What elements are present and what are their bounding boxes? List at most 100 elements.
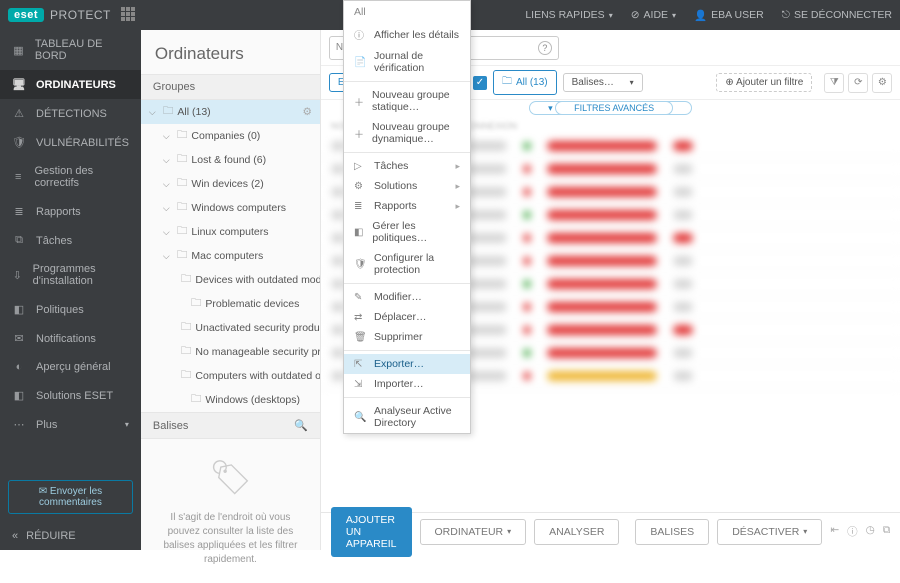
menu-item[interactable]: ＋Nouveau groupe statique…	[344, 85, 470, 117]
nav-icon: ◧	[12, 389, 26, 402]
brand-protect: PROTECT	[50, 8, 111, 22]
menu-item[interactable]: 🗑Supprimer	[344, 327, 470, 347]
help-menu[interactable]: ⊘AIDE▾	[631, 9, 676, 21]
menu-item[interactable]: ▷Tâches▸	[344, 156, 470, 176]
menu-item[interactable]: ⇄Déplacer…	[344, 307, 470, 327]
nav-item-5[interactable]: ≣Rapports	[0, 197, 141, 226]
menu-item[interactable]: ＋Nouveau groupe dynamique…	[344, 117, 470, 149]
menu-item[interactable]: ✎Modifier…	[344, 287, 470, 307]
folder-icon: 🗀	[163, 103, 174, 121]
nav-item-0[interactable]: ▦TABLEAU DE BORD	[0, 30, 141, 70]
folder-icon: 🗀	[177, 175, 188, 193]
tree-node[interactable]: 🗀Windows (desktops)	[141, 388, 320, 412]
groups-section-header: Groupes	[141, 74, 320, 100]
tags-button[interactable]: BALISES	[635, 519, 709, 545]
subgroups-checkbox[interactable]: ✓	[473, 76, 487, 90]
user-menu[interactable]: 👤EBA USER	[694, 9, 764, 22]
nav-item-8[interactable]: ◧Politiques	[0, 295, 141, 324]
context-menu[interactable]: All ⓘAfficher les détails📄Journal de vér…	[343, 0, 471, 434]
nav-item-11[interactable]: ◧Solutions ESET	[0, 381, 141, 410]
folder-icon: 🗀	[181, 319, 192, 337]
gear-icon[interactable]: ⚙	[303, 106, 312, 118]
nav-item-2[interactable]: ⚠DÉTECTIONS	[0, 99, 141, 128]
nav-item-12[interactable]: ⋯Plus▾	[0, 410, 141, 439]
nav-icon: ≣	[12, 205, 26, 218]
menu-item[interactable]: ⇱Exporter…	[344, 354, 470, 374]
refresh-icon[interactable]: ⟳	[848, 73, 868, 93]
tree-node[interactable]: ⌵🗀Win devices (2)	[141, 172, 320, 196]
nav-icon: ⋯	[12, 418, 26, 431]
menu-item[interactable]: ≣Rapports▸	[344, 196, 470, 216]
folder-icon: 🗀	[181, 271, 192, 289]
brand-eset: eset	[8, 8, 44, 22]
share-icon[interactable]: ⧉	[883, 524, 891, 539]
tree-node[interactable]: ⌵🗀Companies (0)	[141, 124, 320, 148]
nav-icon: ⚠	[12, 107, 26, 120]
folder-icon: 🗀	[177, 151, 188, 169]
menu-item[interactable]: ◧Gérer les politiques…	[344, 216, 470, 248]
nav-item-3[interactable]: 🛡VULNÉRABILITÉS	[0, 128, 141, 157]
filter-group-all[interactable]: 🗀All (13)	[493, 70, 557, 95]
info-icon[interactable]: ⓘ	[847, 524, 858, 539]
collapse-sidebar-button[interactable]: «RÉDUIRE	[0, 522, 141, 550]
analyze-button[interactable]: ANALYSER	[534, 519, 619, 545]
context-menu-header: All	[344, 1, 470, 23]
nav-icon: 🖥	[12, 78, 26, 91]
folder-icon: 🗀	[177, 127, 188, 145]
menu-item[interactable]: ⓘAfficher les détails	[344, 23, 470, 46]
advanced-filters-button[interactable]: ▾ FILTRES AVANCÉS	[529, 101, 692, 115]
sidebar-nav: ▦TABLEAU DE BORD🖥ORDINATEURS⚠DÉTECTIONS🛡…	[0, 30, 141, 550]
search-icon[interactable]: 🔍	[294, 419, 308, 432]
tags-icon: 🏷	[209, 455, 252, 503]
nav-item-10[interactable]: ◐Aperçu général	[0, 353, 141, 381]
feedback-button[interactable]: ✉ Envoyer les commentaires	[8, 480, 133, 514]
tree-node[interactable]: 🗀No manageable security product	[141, 340, 320, 364]
nav-icon: ◧	[12, 303, 26, 316]
settings-icon[interactable]: ⚙	[872, 73, 892, 93]
groups-panel: Ordinateurs Groupes ⌵🗀All (13)⚙⌵🗀Compani…	[141, 30, 321, 550]
folder-icon: 🗀	[191, 391, 202, 409]
nav-item-4[interactable]: ≡Gestion des correctifs	[0, 157, 141, 197]
disable-menu-button[interactable]: DÉSACTIVER▾	[717, 519, 822, 545]
tree-node[interactable]: 🗀Problematic devices	[141, 292, 320, 316]
nav-item-1[interactable]: 🖥ORDINATEURS	[0, 70, 141, 99]
nav-icon: ⧉	[12, 234, 26, 247]
menu-item[interactable]: ⚙Solutions▸	[344, 176, 470, 196]
panel-title: Ordinateurs	[141, 30, 320, 74]
menu-item[interactable]: ⇲Importer…	[344, 374, 470, 394]
menu-item[interactable]: 📄Journal de vérification	[344, 46, 470, 78]
tree-node[interactable]: ⌵🗀Lost & found (6)	[141, 148, 320, 172]
tree-node[interactable]: 🗀Computers with outdated operating s…	[141, 364, 320, 388]
filter-icon[interactable]: ⧩	[824, 73, 844, 93]
add-filter-button[interactable]: ⊕ Ajouter un filtre	[716, 73, 812, 92]
logout-button[interactable]: ⎋SE DÉCONNECTER	[782, 9, 892, 22]
menu-item[interactable]: 🔍Analyseur Active Directory	[344, 401, 470, 433]
action-footer: AJOUTER UN APPAREIL ORDINATEUR▾ ANALYSER…	[321, 512, 900, 550]
tree-node[interactable]: ⌵🗀Linux computers	[141, 220, 320, 244]
filter-tags[interactable]: Balises…▾	[563, 73, 643, 92]
folder-icon: 🗀	[181, 343, 192, 361]
nav-icon: ✉	[12, 332, 26, 345]
quick-links-menu[interactable]: LIENS RAPIDES▾	[525, 9, 612, 21]
tree-node[interactable]: ⌵🗀All (13)⚙	[141, 100, 320, 124]
tags-empty-state: 🏷 Il s'agit de l'endroit où vous pouvez …	[141, 439, 320, 583]
add-device-button[interactable]: AJOUTER UN APPAREIL	[331, 507, 412, 557]
folder-icon: 🗀	[177, 199, 188, 217]
first-page-icon[interactable]: ⇤	[830, 524, 839, 539]
folder-icon: 🗀	[177, 247, 188, 265]
clock-icon[interactable]: ◷	[866, 524, 875, 539]
tree-node[interactable]: ⌵🗀Mac computers	[141, 244, 320, 268]
tree-node[interactable]: 🗀Devices with outdated modules	[141, 268, 320, 292]
computer-menu-button[interactable]: ORDINATEUR▾	[420, 519, 527, 545]
app-switcher-icon[interactable]	[121, 7, 137, 23]
nav-item-7[interactable]: ⇩Programmes d'installation	[0, 255, 141, 295]
nav-icon: 🛡	[12, 136, 26, 149]
nav-item-6[interactable]: ⧉Tâches	[0, 226, 141, 255]
folder-icon: 🗀	[191, 295, 202, 313]
nav-icon: ⇩	[12, 269, 23, 282]
help-icon[interactable]: ?	[538, 41, 552, 55]
tree-node[interactable]: 🗀Unactivated security product	[141, 316, 320, 340]
menu-item[interactable]: 🛡Configurer la protection	[344, 248, 470, 280]
nav-item-9[interactable]: ✉Notifications	[0, 324, 141, 353]
tree-node[interactable]: ⌵🗀Windows computers	[141, 196, 320, 220]
